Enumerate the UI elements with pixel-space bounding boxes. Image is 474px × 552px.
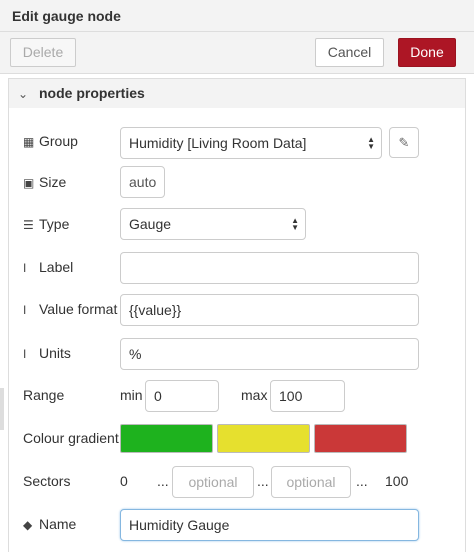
group-select[interactable]: Humidity [Living Room Data] ▲ ▼: [120, 127, 382, 159]
updown-arrows-icon: ▲ ▼: [291, 216, 299, 232]
units-label: Units: [39, 345, 71, 361]
units-row-label: I Units: [23, 345, 71, 361]
sectors-ellipsis: ...: [257, 473, 269, 489]
group-label: Group: [39, 133, 78, 149]
sector-2-placeholder: optional: [286, 474, 336, 490]
type-select-value: Gauge: [129, 216, 172, 232]
text-cursor-icon: I: [23, 347, 27, 361]
tag-icon: ◆: [23, 518, 33, 532]
section-label: node properties: [39, 85, 145, 101]
chevron-down-icon: ⌄: [18, 87, 29, 101]
sectors-label: Sectors: [23, 473, 71, 489]
list-icon: ☰: [23, 218, 34, 232]
done-button[interactable]: Done: [398, 38, 456, 67]
sectors-ellipsis: ...: [157, 473, 169, 489]
colour-swatch-high[interactable]: [314, 424, 407, 453]
group-select-value: Humidity [Living Room Data]: [129, 135, 307, 151]
cancel-button[interactable]: Cancel: [315, 38, 384, 67]
table-icon: ▦: [23, 135, 35, 149]
size-button[interactable]: auto: [120, 166, 165, 198]
sector-2-input[interactable]: optional: [271, 466, 351, 498]
edit-group-button[interactable]: ✎: [389, 127, 419, 158]
range-min-input[interactable]: 0: [145, 380, 219, 412]
sectors-ellipsis: ...: [356, 473, 368, 489]
label-label: Label: [39, 259, 74, 275]
name-row-label: ◆ Name: [23, 516, 76, 532]
range-min-label: min: [120, 387, 143, 403]
sectors-end: 100: [385, 473, 409, 489]
name-label: Name: [39, 516, 77, 532]
type-row-label: ☰ Type: [23, 216, 69, 232]
type-label: Type: [39, 216, 70, 232]
range-label: Range: [23, 387, 65, 403]
sectors-start: 0: [120, 473, 128, 489]
group-row-label: ▦ Group: [23, 133, 78, 149]
value-format-input[interactable]: {{value}}: [120, 294, 419, 326]
node-properties-section[interactable]: ⌄ node properties: [8, 78, 466, 108]
scroll-handle[interactable]: [0, 388, 4, 430]
updown-arrows-icon: ▲ ▼: [367, 135, 375, 151]
dialog-title: Edit gauge node: [12, 8, 121, 24]
label-input[interactable]: [120, 252, 419, 284]
value-format-label: Value format: [39, 301, 118, 317]
value-format-row-label: I Value format: [23, 301, 117, 317]
colour-swatch-low[interactable]: [120, 424, 213, 453]
units-input[interactable]: %: [120, 338, 419, 370]
label-row-label: I Label: [23, 259, 73, 275]
range-max-label: max: [241, 387, 268, 403]
size-label: Size: [39, 174, 67, 190]
size-row-label: ▣ Size: [23, 174, 66, 190]
sector-1-input[interactable]: optional: [172, 466, 254, 498]
colour-swatch-mid[interactable]: [217, 424, 310, 453]
range-max-input[interactable]: 100: [270, 380, 345, 412]
delete-button[interactable]: Delete: [10, 38, 76, 67]
text-cursor-icon: I: [23, 261, 27, 275]
resize-icon: ▣: [23, 176, 35, 190]
text-cursor-icon: I: [23, 303, 27, 317]
pencil-icon: ✎: [398, 135, 410, 150]
name-input[interactable]: Humidity Gauge: [120, 509, 419, 541]
type-select[interactable]: Gauge ▲ ▼: [120, 208, 306, 240]
sector-1-placeholder: optional: [188, 474, 238, 490]
colour-gradient-label: Colour gradient: [23, 430, 119, 446]
dialog-toolbar: Delete Cancel Done: [0, 32, 474, 74]
dialog-header: Edit gauge node: [0, 0, 474, 32]
